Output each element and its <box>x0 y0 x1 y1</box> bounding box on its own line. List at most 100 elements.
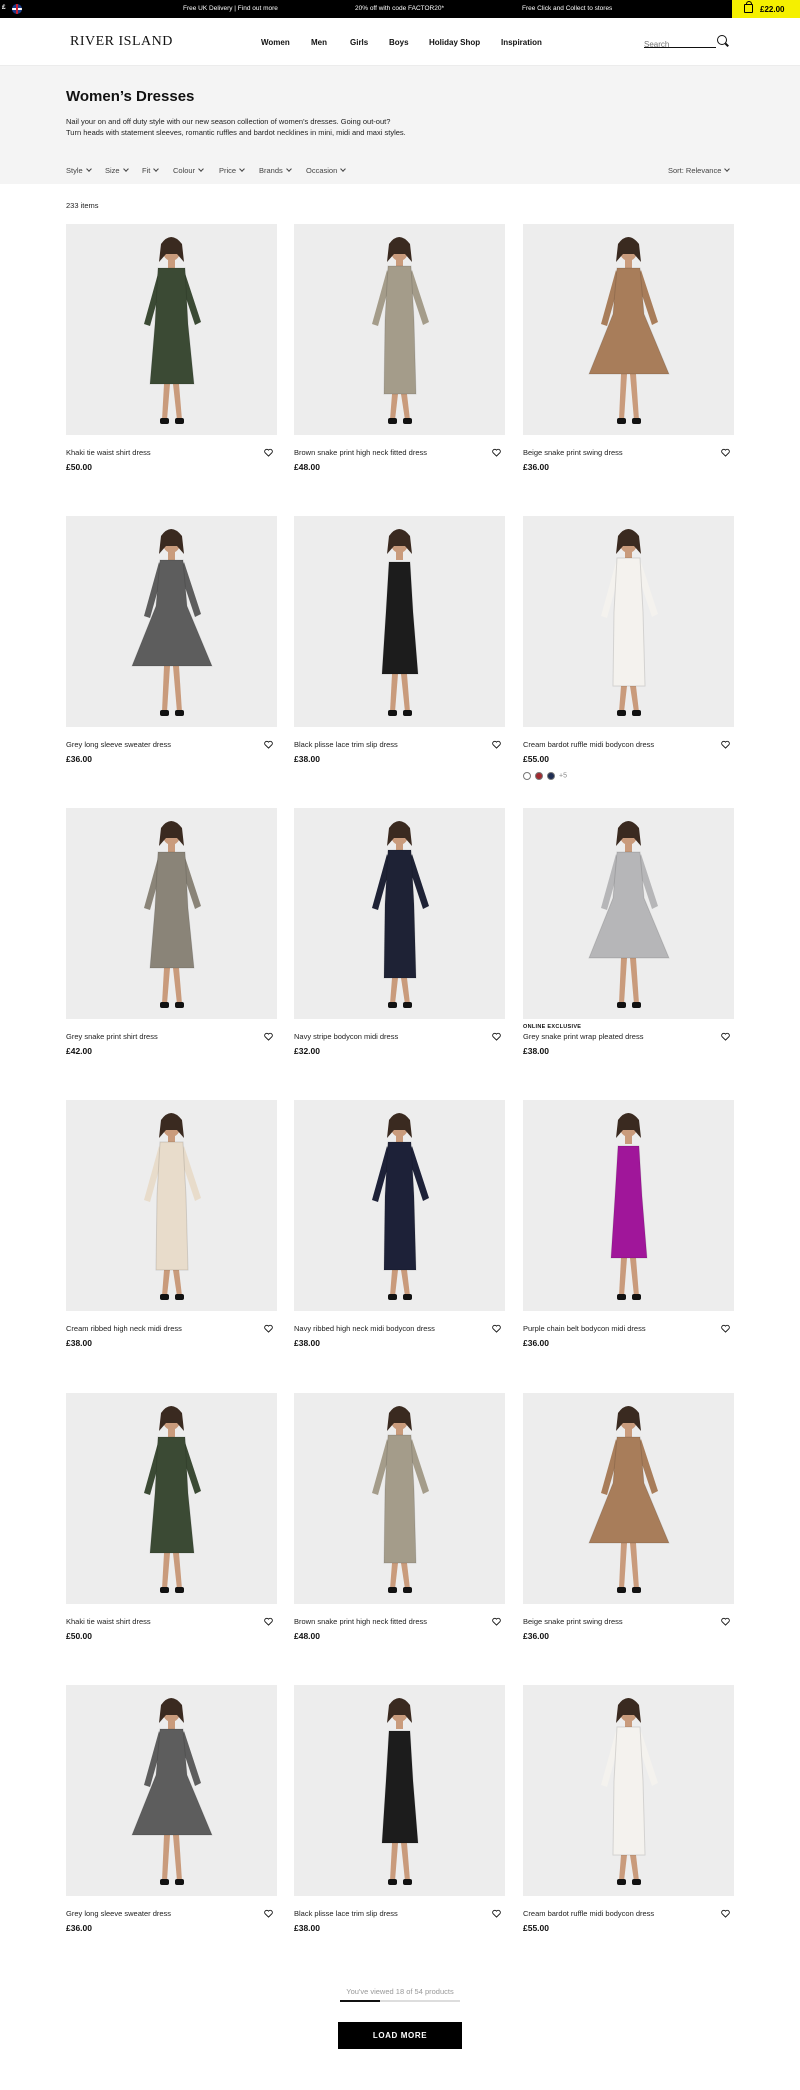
currency-indicator[interactable]: £ <box>2 4 6 11</box>
wishlist-heart-icon[interactable] <box>721 1324 730 1333</box>
product-image[interactable] <box>66 1100 277 1311</box>
product-image[interactable] <box>294 1685 505 1896</box>
nav-girls[interactable]: Girls <box>350 38 368 47</box>
item-count: 233 items <box>66 201 99 210</box>
product-name[interactable]: Grey snake print wrap pleated dress <box>523 1032 643 1041</box>
nav-men[interactable]: Men <box>311 38 327 47</box>
product-image[interactable] <box>523 808 734 1019</box>
more-colours-count[interactable]: +5 <box>559 773 567 780</box>
product-name[interactable]: Beige snake print swing dress <box>523 448 623 457</box>
product-name[interactable]: Black plisse lace trim slip dress <box>294 1909 398 1918</box>
filter-style[interactable]: Style <box>66 166 92 175</box>
product-name[interactable]: Cream bardot ruffle midi bodycon dress <box>523 1909 654 1918</box>
product-image[interactable] <box>523 1685 734 1896</box>
sort-dropdown[interactable]: Sort: Relevance <box>668 166 731 175</box>
filter-label: Price <box>219 166 237 175</box>
colour-swatch[interactable] <box>535 772 543 780</box>
product-name[interactable]: Black plisse lace trim slip dress <box>294 740 398 749</box>
product-name[interactable]: Cream ribbed high neck midi dress <box>66 1324 182 1333</box>
product-name[interactable]: Khaki tie waist shirt dress <box>66 448 151 457</box>
uk-flag-icon[interactable] <box>12 4 22 14</box>
product-name[interactable]: Beige snake print swing dress <box>523 1617 623 1626</box>
promo-click-collect-link[interactable]: Free Click and Collect to stores <box>522 5 612 12</box>
filter-size[interactable]: Size <box>105 166 129 175</box>
wishlist-heart-icon[interactable] <box>264 448 273 457</box>
chevron-down-icon <box>122 166 129 172</box>
product-name[interactable]: Grey long sleeve sweater dress <box>66 1909 171 1918</box>
product-name[interactable]: Purple chain belt bodycon midi dress <box>523 1324 646 1333</box>
product-image[interactable] <box>294 516 505 727</box>
wishlist-heart-icon[interactable] <box>264 1032 273 1041</box>
basket-button[interactable]: £22.00 <box>732 0 800 18</box>
nav-women[interactable]: Women <box>261 38 290 47</box>
product-name[interactable]: Navy stripe bodycon midi dress <box>294 1032 398 1041</box>
product-image[interactable] <box>66 516 277 727</box>
nav-inspiration[interactable]: Inspiration <box>501 38 542 47</box>
wishlist-heart-icon[interactable] <box>492 1909 501 1918</box>
product-name[interactable]: Grey snake print shirt dress <box>66 1032 158 1041</box>
filter-label: Fit <box>142 166 151 175</box>
filter-label: Colour <box>173 166 196 175</box>
search-field[interactable] <box>644 34 716 49</box>
product-image[interactable] <box>294 808 505 1019</box>
wishlist-heart-icon[interactable] <box>721 1909 730 1918</box>
product-image[interactable] <box>66 1685 277 1896</box>
product-name[interactable]: Brown snake print high neck fitted dress <box>294 1617 427 1626</box>
wishlist-heart-icon[interactable] <box>492 448 501 457</box>
wishlist-heart-icon[interactable] <box>492 1324 501 1333</box>
nav-holiday-shop[interactable]: Holiday Shop <box>429 38 480 47</box>
product-name[interactable]: Grey long sleeve sweater dress <box>66 740 171 749</box>
load-more-button[interactable]: LOAD MORE <box>338 2022 462 2049</box>
product-image[interactable] <box>66 224 277 435</box>
colour-swatch[interactable] <box>547 772 555 780</box>
colour-swatch[interactable] <box>523 772 531 780</box>
wishlist-heart-icon[interactable] <box>264 740 273 749</box>
product-image[interactable] <box>294 1393 505 1604</box>
product-image[interactable] <box>294 1100 505 1311</box>
model-figure <box>372 821 429 1008</box>
product-name[interactable]: Brown snake print high neck fitted dress <box>294 448 427 457</box>
model-figure <box>372 1113 429 1300</box>
wishlist-heart-icon[interactable] <box>721 1032 730 1041</box>
product-price: £36.00 <box>66 754 92 764</box>
product-image[interactable] <box>66 808 277 1019</box>
wishlist-heart-icon[interactable] <box>492 1032 501 1041</box>
product-name[interactable]: Cream bardot ruffle midi bodycon dress <box>523 740 654 749</box>
model-figure <box>601 529 658 716</box>
wishlist-heart-icon[interactable] <box>721 1617 730 1626</box>
wishlist-heart-icon[interactable] <box>264 1324 273 1333</box>
category-header: Women’s Dresses Nail your on and off dut… <box>0 66 800 184</box>
filter-label: Size <box>105 166 120 175</box>
wishlist-heart-icon[interactable] <box>721 448 730 457</box>
search-icon[interactable] <box>717 35 727 45</box>
wishlist-heart-icon[interactable] <box>264 1617 273 1626</box>
viewed-count: You've viewed 18 of 54 products <box>346 1987 454 1996</box>
product-image[interactable] <box>523 224 734 435</box>
wishlist-heart-icon[interactable] <box>492 1617 501 1626</box>
product-image[interactable] <box>294 224 505 435</box>
model-figure <box>144 237 201 424</box>
site-logo[interactable]: RIVER ISLAND <box>70 34 173 50</box>
search-input[interactable] <box>644 40 716 49</box>
product-image[interactable] <box>523 516 734 727</box>
filter-occasion[interactable]: Occasion <box>306 166 347 175</box>
filter-fit[interactable]: Fit <box>142 166 160 175</box>
wishlist-heart-icon[interactable] <box>721 740 730 749</box>
filter-label: Occasion <box>306 166 338 175</box>
product-image[interactable] <box>66 1393 277 1604</box>
promo-delivery-link[interactable]: Free UK Delivery | Find out more <box>183 5 278 12</box>
filter-label: Style <box>66 166 83 175</box>
nav-boys[interactable]: Boys <box>389 38 409 47</box>
filter-colour[interactable]: Colour <box>173 166 204 175</box>
model-figure <box>610 1113 648 1300</box>
filter-brands[interactable]: Brands <box>259 166 292 175</box>
product-price: £36.00 <box>66 1923 92 1933</box>
product-image[interactable] <box>523 1393 734 1604</box>
product-image[interactable] <box>523 1100 734 1311</box>
wishlist-heart-icon[interactable] <box>264 1909 273 1918</box>
wishlist-heart-icon[interactable] <box>492 740 501 749</box>
filter-price[interactable]: Price <box>219 166 245 175</box>
product-name[interactable]: Khaki tie waist shirt dress <box>66 1617 151 1626</box>
intro-line: Nail your on and off duty style with our… <box>66 117 391 126</box>
product-name[interactable]: Navy ribbed high neck midi bodycon dress <box>294 1324 435 1333</box>
